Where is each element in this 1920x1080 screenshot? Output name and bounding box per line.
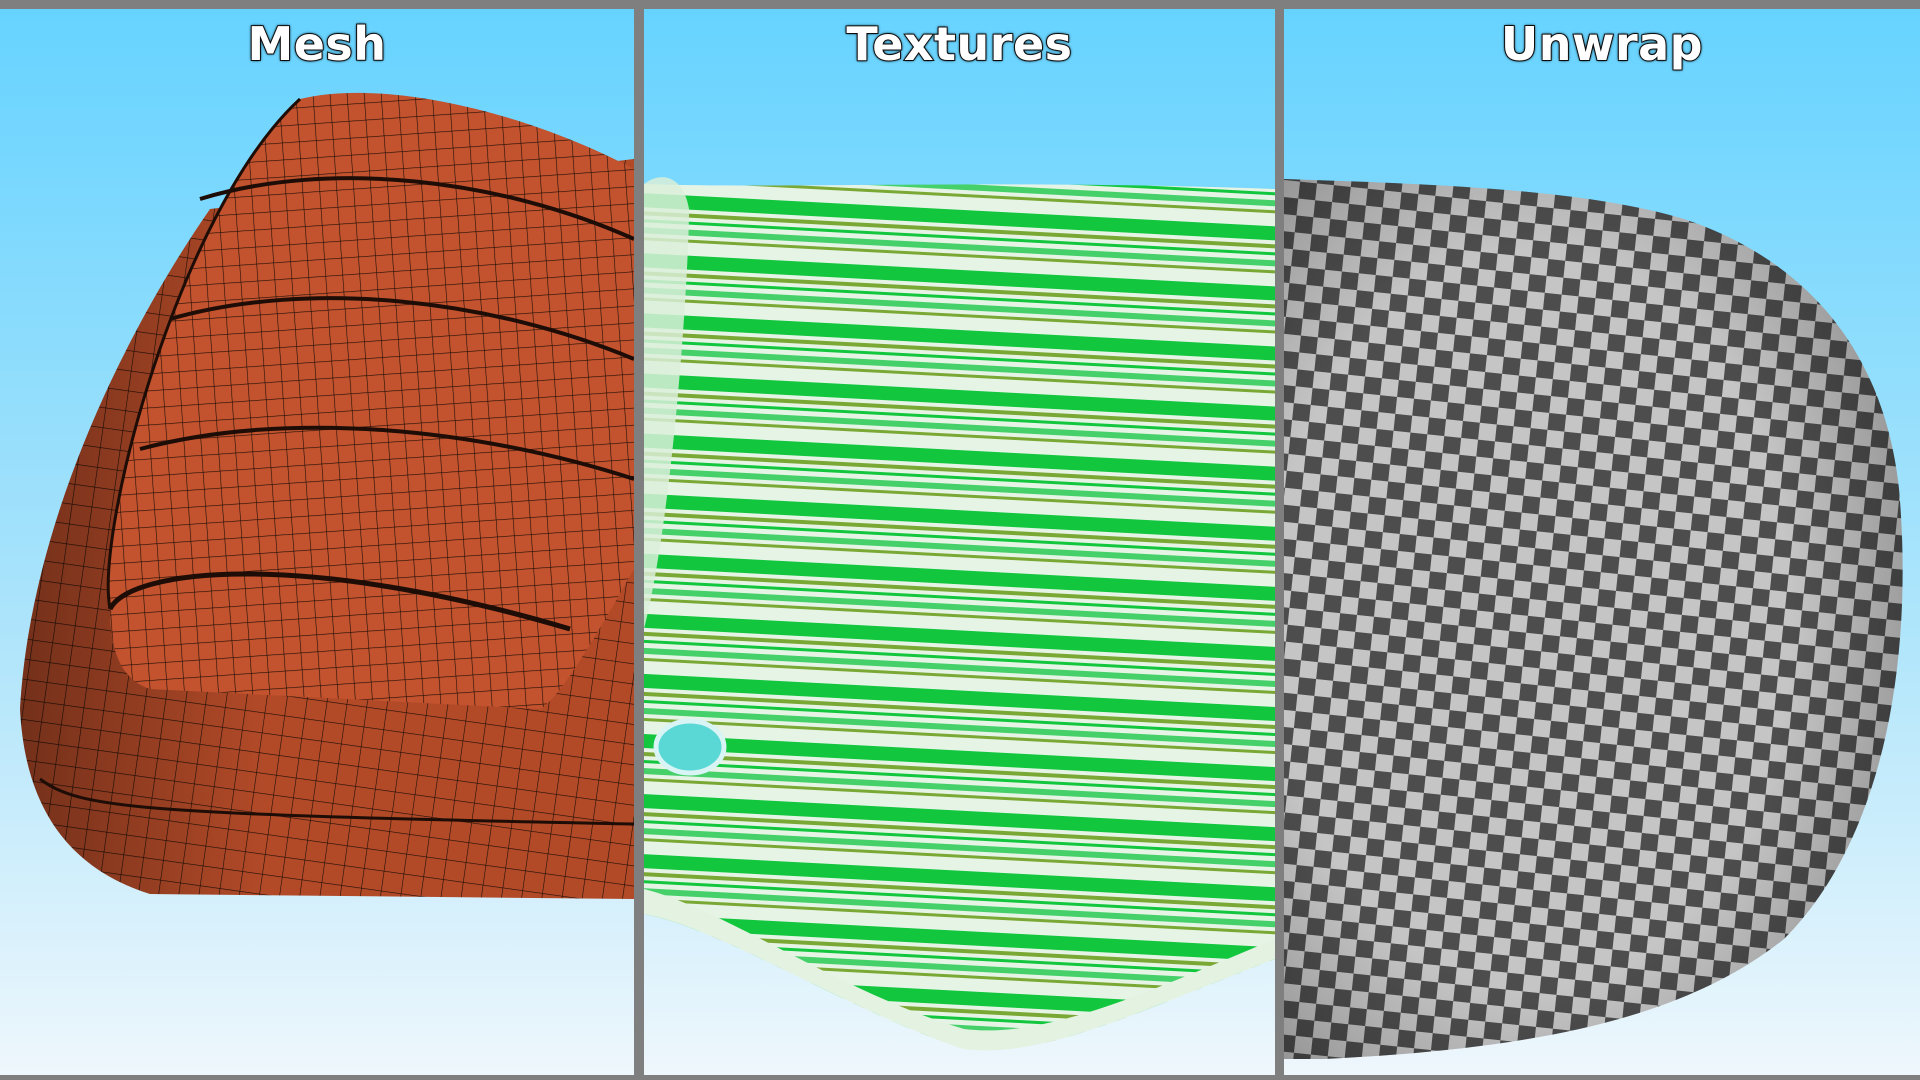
- mesh-panel: Mesh: [0, 9, 634, 1075]
- unwrap-render: [1284, 9, 1920, 1075]
- mesh-render: [0, 9, 634, 1075]
- unwrap-panel: Unwrap: [1284, 9, 1920, 1075]
- valve: [653, 718, 727, 776]
- viewport-frame: Mesh Textures Unwrap: [0, 0, 1920, 1080]
- textures-panel: Textures: [644, 9, 1275, 1075]
- textures-render: [644, 9, 1275, 1075]
